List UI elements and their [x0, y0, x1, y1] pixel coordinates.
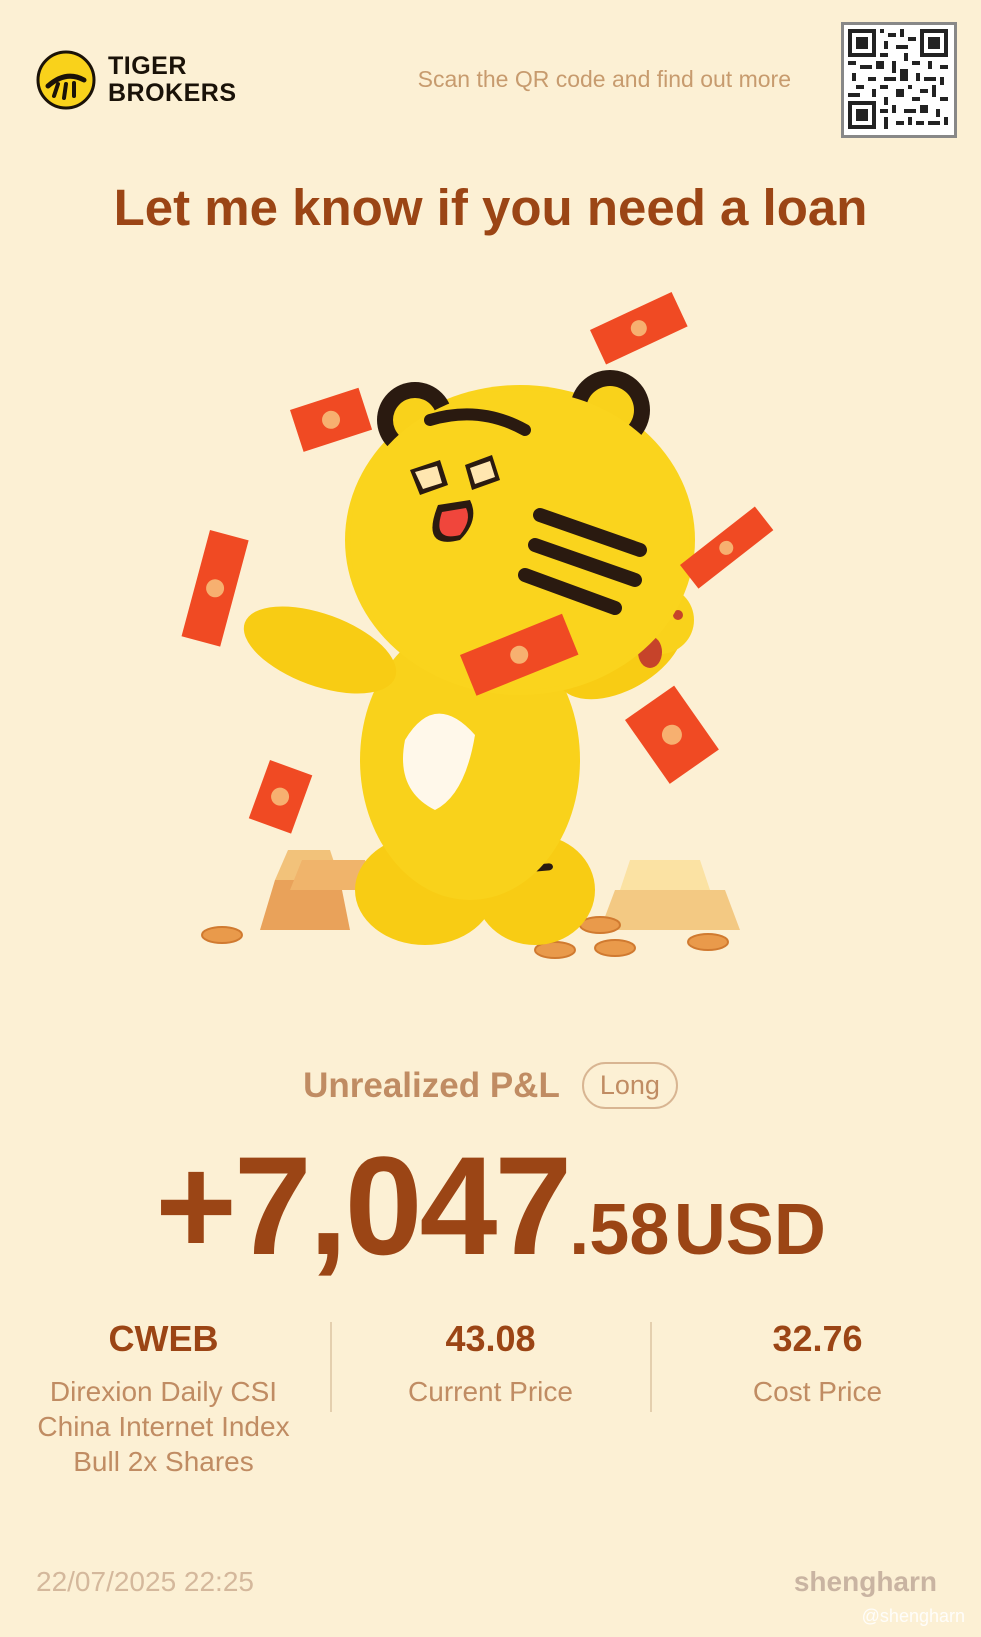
qr-code-icon	[848, 29, 948, 129]
brand-logo: TIGER BROKERS	[36, 50, 237, 110]
ticker-name: Direxion Daily CSI China Internet Index …	[37, 1376, 290, 1477]
cost-price-value: 32.76	[772, 1318, 863, 1359]
stats-row: CWEB Direxion Daily CSI China Internet I…	[0, 1318, 981, 1479]
position-type-badge: Long	[581, 1062, 678, 1109]
current-price-label: Current Price	[408, 1376, 573, 1407]
pnl-amount-integer: +7,047	[155, 1127, 572, 1284]
qr-code[interactable]	[841, 22, 957, 138]
tiger-mascot-illustration	[181, 291, 774, 959]
brand-name-line2: BROKERS	[108, 79, 237, 107]
divider	[650, 1322, 652, 1412]
timestamp: 22/07/2025 22:25	[36, 1566, 254, 1597]
pnl-label: Unrealized P&L	[303, 1065, 560, 1105]
pnl-amount-decimal: .58	[569, 1190, 670, 1270]
divider	[330, 1322, 332, 1412]
stat-ticker: CWEB Direxion Daily CSI China Internet I…	[0, 1318, 327, 1479]
ticker-symbol: CWEB	[108, 1318, 219, 1359]
cost-price-label: Cost Price	[752, 1376, 883, 1407]
gold-bars-right	[600, 860, 740, 930]
pnl-amount: +7,047.58 USD	[0, 1125, 981, 1287]
pnl-currency: USD	[673, 1190, 826, 1270]
stat-cost-price: 32.76 Cost Price	[654, 1318, 981, 1479]
brand-name-line1: TIGER	[108, 52, 187, 80]
watermark: shengharn	[793, 1566, 937, 1597]
stat-current-price: 43.08 Current Price	[327, 1318, 654, 1479]
tiger-brokers-logo-icon	[36, 50, 96, 110]
current-price-value: 43.08	[445, 1318, 536, 1359]
qr-caption: Scan the QR code and find out more	[417, 66, 791, 92]
header: TIGER BROKERS Scan the QR code and find …	[0, 0, 981, 150]
pnl-header: Unrealized P&L Long	[0, 1062, 981, 1109]
headline: Let me know if you need a loan	[113, 179, 868, 236]
watermark-handle: @shengharn	[861, 1606, 965, 1626]
